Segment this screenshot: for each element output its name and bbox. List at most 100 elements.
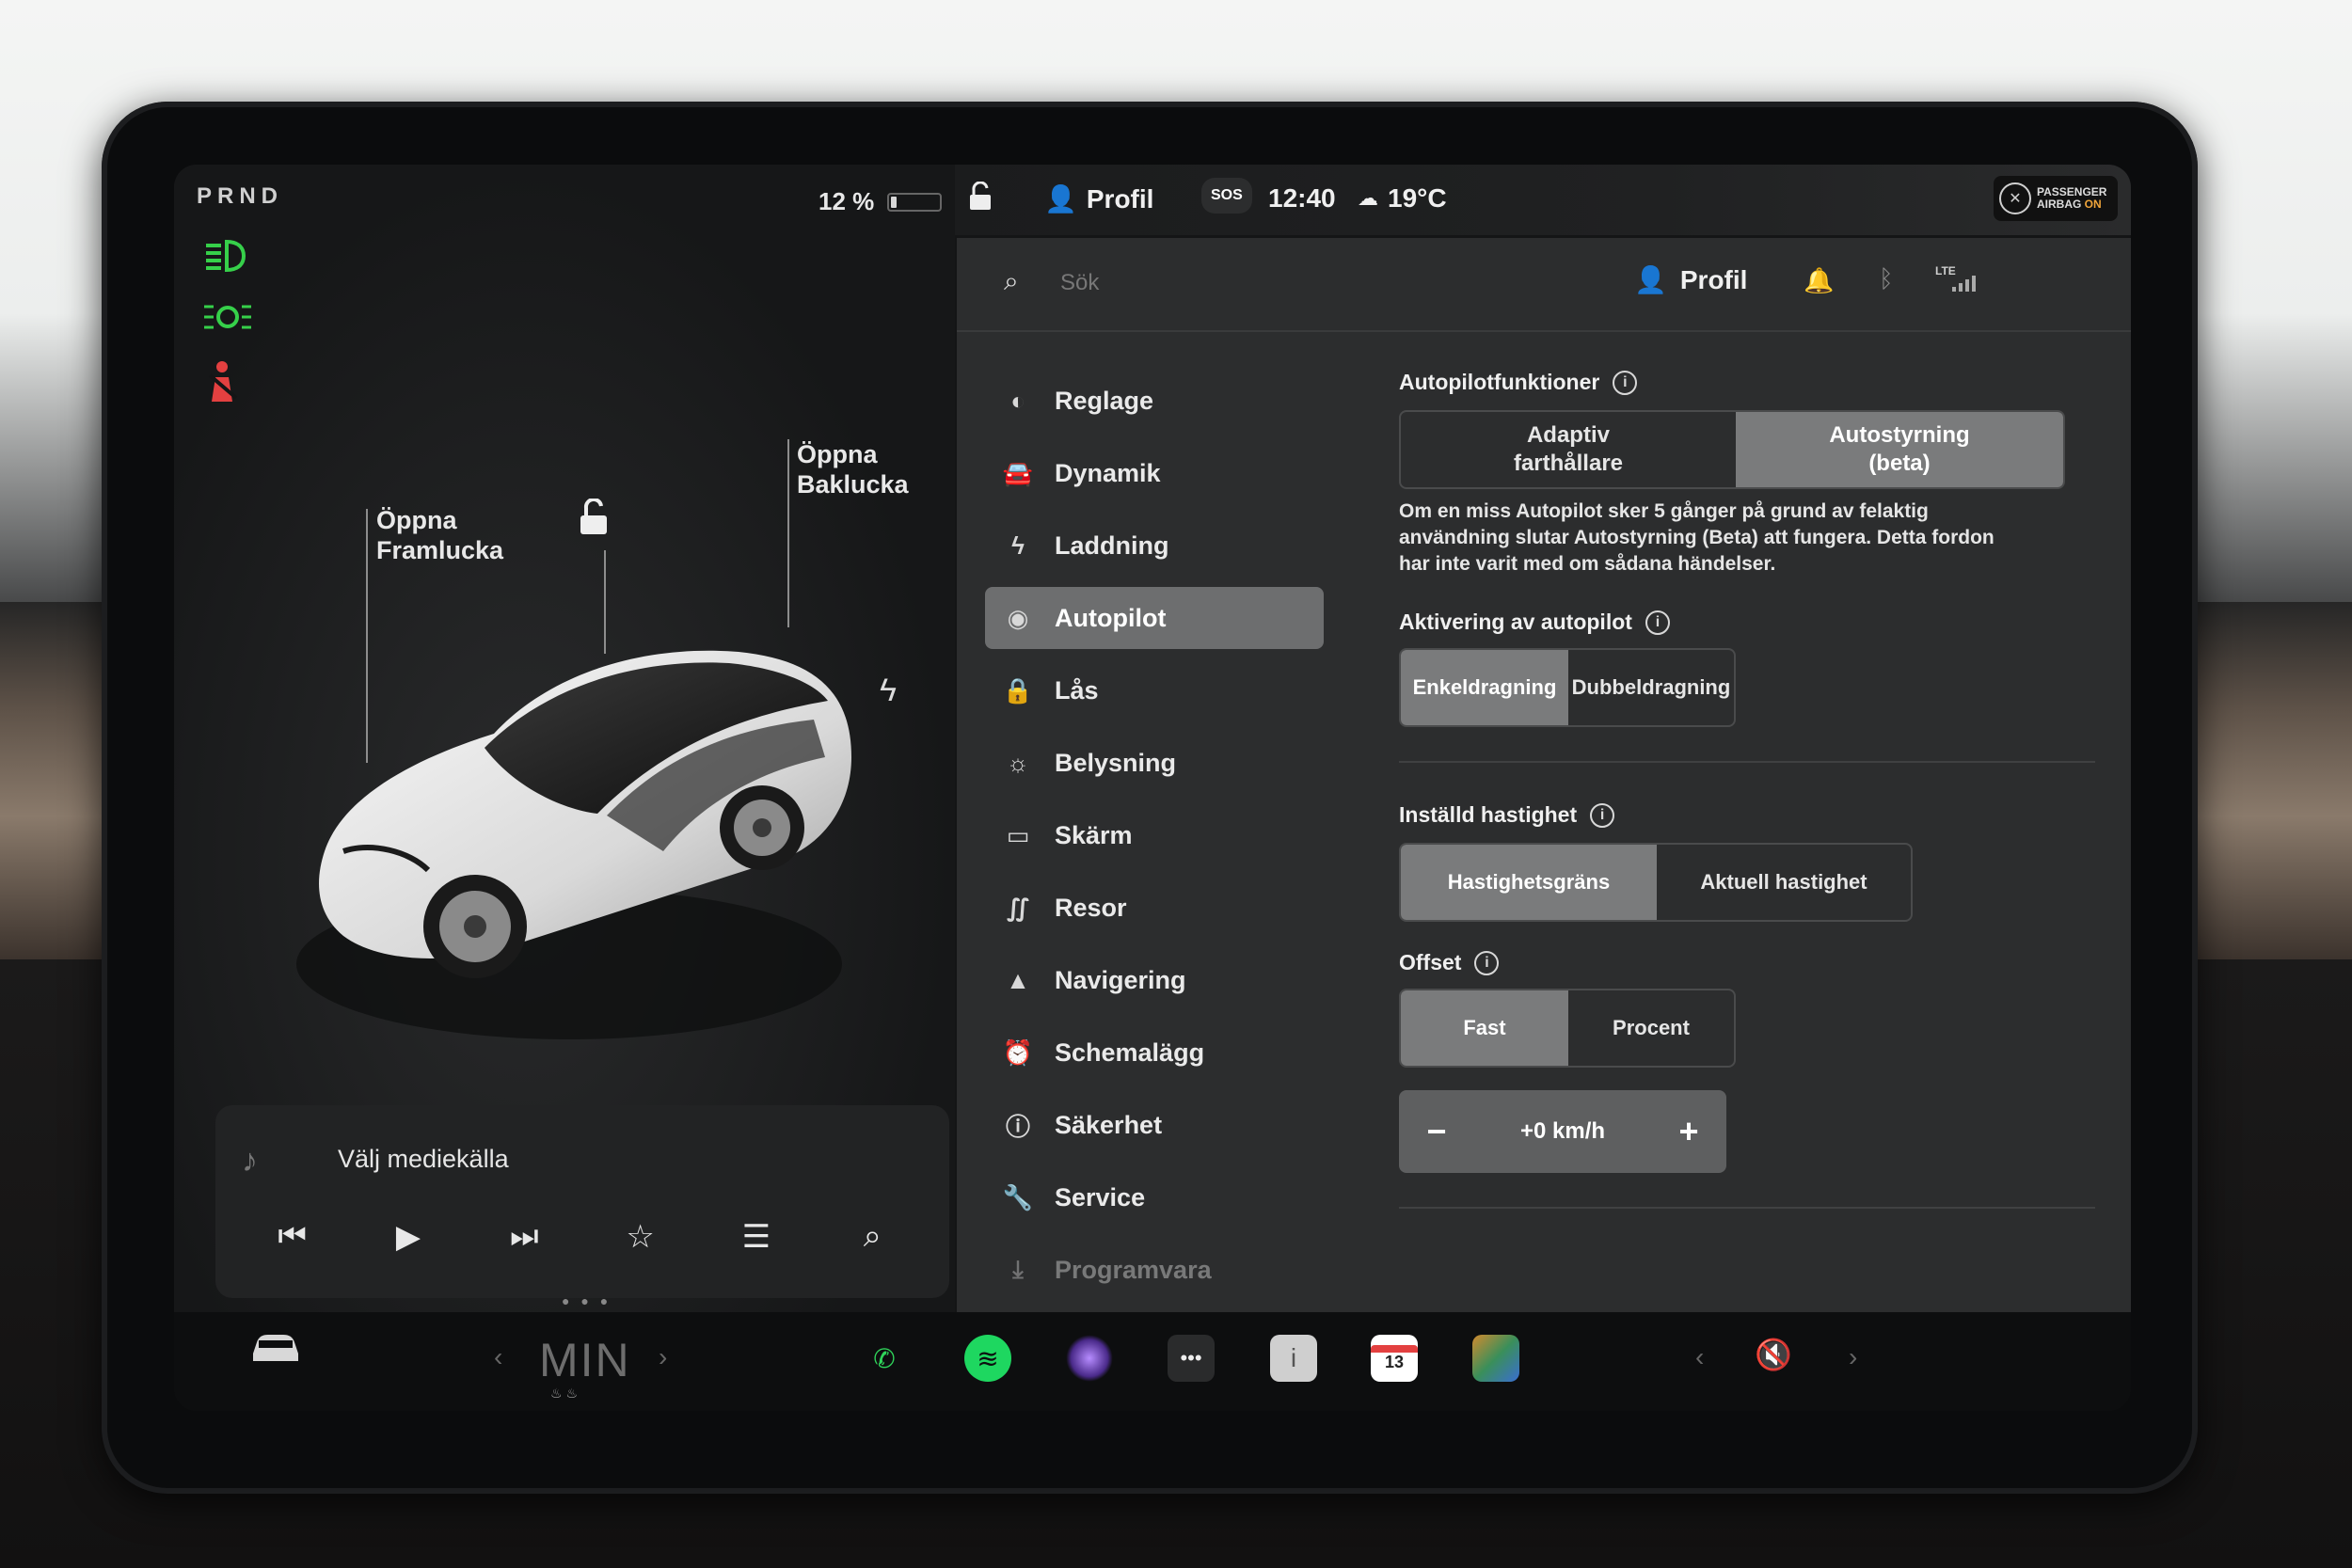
cloud-icon: ☁ xyxy=(1358,186,1378,210)
equalizer-icon[interactable]: ☰ xyxy=(728,1218,785,1256)
sidebar-item-label: Resor xyxy=(1055,893,1127,922)
option-double-pull[interactable]: Dubbeldragning xyxy=(1568,650,1734,725)
autopilot-features-label: Autopilotfunktioner xyxy=(1399,370,1600,394)
airbag-on-label: ON xyxy=(2084,198,2102,211)
lock-status-icon[interactable] xyxy=(968,182,994,212)
decrease-offset-button[interactable]: − xyxy=(1399,1112,1474,1151)
parking-lights-icon xyxy=(202,301,253,341)
open-frunk-button[interactable]: Öppna Framlucka xyxy=(376,505,503,565)
sidebar-item-laddning[interactable]: ϟ Laddning xyxy=(985,515,1324,577)
sidebar-item-belysning[interactable]: ☼ Belysning xyxy=(985,732,1324,794)
open-frunk-label-line2: Framlucka xyxy=(376,536,504,564)
set-speed-selector: Hastighetsgräns Aktuell hastighet xyxy=(1399,843,1913,922)
option-percent[interactable]: Procent xyxy=(1568,990,1734,1066)
calendar-day: 13 xyxy=(1384,1352,1405,1371)
manual-icon[interactable]: i xyxy=(1270,1335,1317,1382)
volume-muted-icon[interactable]: 🔇 xyxy=(1755,1337,1792,1372)
charge-port-icon[interactable]: ϟ xyxy=(880,673,897,709)
sidebar-item-autopilot[interactable]: ◉ Autopilot xyxy=(985,587,1324,649)
autopilot-settings: Autopilotfunktioner i Adaptiv farthållar… xyxy=(1399,370,2095,1209)
autopilot-features-title: Autopilotfunktioner i xyxy=(1399,370,2095,395)
sidebar-item-reglage[interactable]: ◐ Reglage xyxy=(985,370,1324,432)
sidebar-item-service[interactable]: 🔧 Service xyxy=(985,1166,1324,1228)
climate-temperature[interactable]: MIN xyxy=(539,1333,631,1387)
sidebar-item-schemalägg[interactable]: ⏰ Schemalägg xyxy=(985,1022,1324,1084)
navigation-icon: ▲ xyxy=(1006,965,1030,994)
trips-icon: ∬ xyxy=(1006,893,1030,922)
sidebar-item-navigering[interactable]: ▲ Navigering xyxy=(985,949,1324,1011)
settings-menu: ◐ Reglage 🚘 Dynamik ϟ Laddning ◉ Autopilot 🔒 Lås ☼… xyxy=(985,370,1324,1311)
sidebar-item-säkerhet[interactable]: ⓘ Säkerhet xyxy=(985,1094,1324,1156)
play-icon[interactable]: ▶ xyxy=(380,1218,437,1256)
vehicle-illustration xyxy=(296,650,851,1039)
settings-profile-button[interactable]: 👤 Profil xyxy=(1634,264,1747,295)
sidebar-item-label: Programvara xyxy=(1055,1255,1212,1284)
toybox-icon[interactable] xyxy=(1472,1335,1519,1382)
previous-track-icon[interactable]: ⏮ xyxy=(264,1218,321,1256)
sidebar-item-label: Autopilot xyxy=(1055,603,1167,632)
media-source-selector[interactable]: Välj mediekälla xyxy=(338,1145,509,1174)
toggle-icon: ◐ xyxy=(1010,386,1025,415)
camera-icon[interactable] xyxy=(1066,1335,1113,1382)
bolt-icon: ϟ xyxy=(1011,531,1025,560)
media-page-indicator: ● ● ● xyxy=(562,1293,612,1308)
info-icon[interactable]: i xyxy=(1590,802,1615,828)
more-apps-icon[interactable]: ••• xyxy=(1168,1335,1215,1382)
lock-icon: 🔒 xyxy=(1002,675,1034,705)
offset-value: +0 km/h xyxy=(1519,1118,1606,1144)
music-note-icon: ♪ xyxy=(242,1143,258,1179)
option-current-speed[interactable]: Aktuell hastighet xyxy=(1657,845,1911,920)
safety-icon: ⓘ xyxy=(1005,1112,1030,1141)
info-icon[interactable]: i xyxy=(1613,370,1638,395)
autopilot-features-selector: Adaptiv farthållare Autostyrning (beta) xyxy=(1399,410,2065,489)
autopilot-strike-description: Om en miss Autopilot sker 5 gånger på gr… xyxy=(1399,499,2095,578)
volume-left-chevron-icon[interactable]: ‹ xyxy=(1695,1342,1704,1372)
calendar-icon[interactable]: 13 xyxy=(1371,1335,1418,1382)
option-fixed[interactable]: Fast xyxy=(1401,990,1568,1066)
sidebar-item-label: Laddning xyxy=(1055,531,1169,560)
sidebar-item-label: Dynamik xyxy=(1055,458,1161,487)
offset-title: Offset i xyxy=(1399,950,2095,975)
increase-offset-button[interactable]: + xyxy=(1651,1112,1726,1151)
sidebar-item-dynamik[interactable]: 🚘 Dynamik xyxy=(985,442,1324,504)
person-icon: 👤 xyxy=(1044,184,1077,214)
phone-icon[interactable]: ✆ xyxy=(861,1335,908,1382)
option-adaptive-cruise[interactable]: Adaptiv farthållare xyxy=(1401,412,1736,487)
car-controls-icon[interactable] xyxy=(249,1331,302,1374)
car-status-pane: PRND 12 % Öppna Framlucka Öppna Baklucka xyxy=(174,165,955,1312)
info-icon[interactable]: i xyxy=(1474,950,1500,975)
signal-strength-icon xyxy=(1952,276,1976,292)
notification-bell-icon[interactable]: 🔔 xyxy=(1804,266,1834,295)
sidebar-item-programvara[interactable]: ⤓ Programvara xyxy=(985,1239,1324,1301)
settings-search-input[interactable]: Sök xyxy=(1060,270,1099,296)
seat-heater-icon[interactable]: ♨ ♨ xyxy=(550,1386,578,1402)
option-single-pull[interactable]: Enkeldragning xyxy=(1401,650,1568,725)
battery-bar xyxy=(887,192,943,212)
info-icon[interactable]: i xyxy=(1645,610,1670,635)
sidebar-item-label: Schemalägg xyxy=(1055,1037,1205,1067)
offset-type-selector: Fast Procent xyxy=(1399,989,1736,1068)
next-track-icon[interactable]: ⏭ xyxy=(496,1218,552,1256)
volume-right-chevron-icon[interactable]: › xyxy=(1849,1342,1857,1372)
autosteer-line1: Autostyrning xyxy=(1829,422,1970,448)
driver-profile-button[interactable]: 👤 Profil xyxy=(1044,183,1153,214)
airbag-icon: ✕ xyxy=(1999,182,2031,214)
bluetooth-icon[interactable]: ᛒ xyxy=(1879,264,1894,293)
sidebar-item-resor[interactable]: ∬ Resor xyxy=(985,877,1324,939)
sidebar-item-skärm[interactable]: ▭ Skärm xyxy=(985,804,1324,866)
unlock-icon[interactable] xyxy=(577,497,611,536)
section-divider xyxy=(1399,761,2095,763)
spotify-icon[interactable]: ≋ xyxy=(964,1335,1011,1382)
adaptive-cruise-line2: farthållare xyxy=(1513,451,1624,476)
option-speed-limit[interactable]: Hastighetsgräns xyxy=(1401,845,1657,920)
media-search-icon[interactable]: ⌕ xyxy=(844,1218,900,1256)
climate-right-chevron-icon[interactable]: › xyxy=(659,1342,667,1372)
open-trunk-button[interactable]: Öppna Baklucka xyxy=(797,439,909,499)
search-icon[interactable]: ⌕ xyxy=(1004,266,1019,297)
option-autosteer[interactable]: Autostyrning (beta) xyxy=(1735,412,2063,487)
climate-left-chevron-icon[interactable]: ‹ xyxy=(494,1342,502,1372)
open-trunk-label-line2: Baklucka xyxy=(797,470,909,499)
sidebar-item-lås[interactable]: 🔒 Lås xyxy=(985,659,1324,721)
favorite-star-icon[interactable]: ☆ xyxy=(612,1218,669,1256)
sos-button[interactable]: SOS xyxy=(1201,178,1252,214)
